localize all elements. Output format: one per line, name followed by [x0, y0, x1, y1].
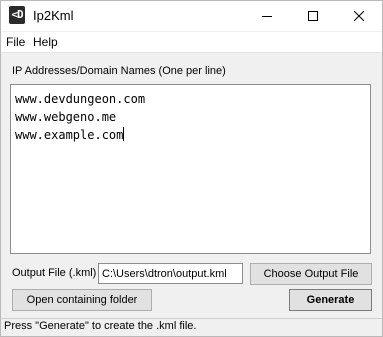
output-file-input[interactable]: [98, 263, 243, 284]
hosts-label: IP Addresses/Domain Names (One per line): [12, 65, 226, 77]
status-text: Press "Generate" to create the .kml file…: [4, 320, 197, 332]
app-icon: <D: [9, 6, 25, 24]
text-caret: [123, 127, 125, 141]
generate-button[interactable]: Generate: [289, 289, 372, 311]
menu-bar: File Help: [1, 32, 382, 52]
output-file-label: Output File (.kml): [12, 267, 97, 279]
host-line-last: www.example.com: [15, 126, 366, 144]
menu-file[interactable]: File: [6, 35, 25, 49]
title-bar[interactable]: <D Ip2Kml: [1, 1, 382, 31]
minimize-icon: [262, 16, 272, 17]
maximize-icon: [308, 11, 318, 21]
close-icon: [354, 11, 364, 21]
hosts-textarea[interactable]: www.devdungeon.com www.webgeno.me www.ex…: [10, 84, 371, 254]
open-containing-folder-button[interactable]: Open containing folder: [12, 289, 152, 311]
menu-help[interactable]: Help: [33, 35, 58, 49]
app-window: <D Ip2Kml File Help IP Addresses/Domain …: [0, 0, 383, 337]
host-line-text: www.example.com: [15, 128, 124, 142]
maximize-button[interactable]: [290, 1, 336, 31]
host-line: www.webgeno.me: [15, 110, 117, 124]
window-title: Ip2Kml: [33, 8, 74, 23]
choose-output-file-button[interactable]: Choose Output File: [250, 263, 372, 285]
minimize-button[interactable]: [244, 1, 290, 31]
status-bar: Press "Generate" to create the .kml file…: [1, 318, 382, 336]
host-line: www.devdungeon.com: [15, 92, 146, 106]
close-button[interactable]: [336, 1, 382, 31]
menu-divider: [1, 52, 382, 53]
